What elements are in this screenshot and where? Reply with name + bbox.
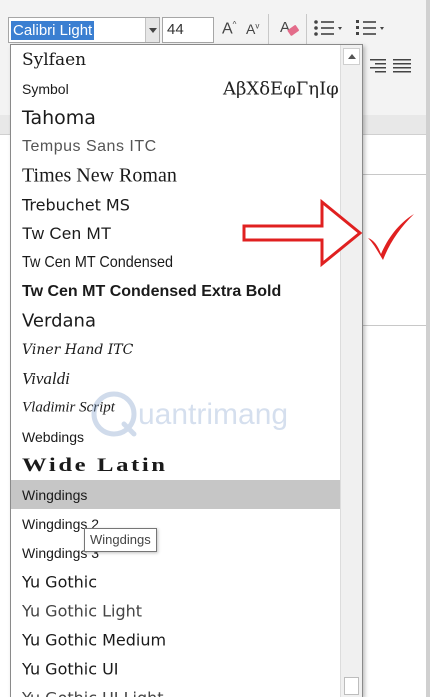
font-item-yu-gothic-ui-light[interactable]: Yu Gothic UI Light xyxy=(11,683,341,697)
page-guide-line xyxy=(360,325,430,326)
increase-font-size-button[interactable]: A^ xyxy=(220,15,240,43)
font-item-label: Sylfaen xyxy=(22,49,87,70)
font-item-tahoma[interactable]: Tahoma xyxy=(11,103,341,132)
shrink-label: A xyxy=(246,21,256,37)
font-item-symbol[interactable]: Symbol ΑβΧδΕφΓηΙφ xyxy=(11,74,341,103)
grow-label: A xyxy=(222,20,233,38)
font-name-value[interactable]: Calibri Light xyxy=(11,21,95,40)
decrease-font-size-icon: Av xyxy=(246,21,260,37)
align-right-icon[interactable] xyxy=(368,58,386,74)
font-item-wingdings-3[interactable]: Wingdings 3 xyxy=(11,538,341,567)
font-item-wide-latin[interactable]: Wide Latin xyxy=(11,451,341,480)
bullets-button[interactable] xyxy=(312,15,346,43)
font-size-combobox[interactable]: 44 xyxy=(162,17,214,43)
ribbon-top-strip xyxy=(0,0,430,6)
font-item-label: Yu Gothic Medium xyxy=(22,630,167,649)
font-item-yu-gothic-ui[interactable]: Yu Gothic UI xyxy=(11,654,341,683)
font-item-tempus-sans-itc[interactable]: Tempus Sans ITC xyxy=(11,132,341,161)
font-list-scrollbar[interactable] xyxy=(340,45,362,697)
symbol-sample-text: ΑβΧδΕφΓηΙφ xyxy=(223,78,339,99)
font-item-label: Webdings xyxy=(22,428,85,445)
font-item-label: Verdana xyxy=(22,310,96,331)
clear-formatting-button[interactable]: A xyxy=(278,15,302,43)
page-guide-line xyxy=(360,174,430,175)
font-name-dropdown-arrow-icon[interactable] xyxy=(145,18,159,42)
window-scroll-edge xyxy=(426,0,430,697)
font-item-label: Tempus Sans ITC xyxy=(22,137,157,155)
font-name-combobox[interactable]: Calibri Light xyxy=(8,17,160,43)
font-item-label: Tw Cen MT xyxy=(22,223,112,243)
font-item-yu-gothic-medium[interactable]: Yu Gothic Medium xyxy=(11,625,341,654)
font-item-label: Symbol xyxy=(22,80,69,97)
numbering-button[interactable] xyxy=(354,15,388,43)
font-item-label: Tw Cen MT Condensed xyxy=(22,253,174,271)
font-item-wingdings[interactable]: Wingdings xyxy=(11,480,341,509)
font-item-label: Yu Gothic UI Light xyxy=(22,688,164,697)
clear-formatting-icon: A xyxy=(280,19,299,36)
font-item-viner-hand-itc[interactable]: Viner Hand ITC xyxy=(11,335,341,364)
font-item-label: Viner Hand ITC xyxy=(22,341,134,358)
font-item-label: Tw Cen MT Condensed Extra Bold xyxy=(22,282,282,300)
font-size-value[interactable]: 44 xyxy=(167,21,184,38)
svg-text:A: A xyxy=(280,19,290,36)
font-tooltip: Wingdings xyxy=(84,528,157,552)
red-checkmark-icon xyxy=(368,214,414,260)
font-item-times-new-roman[interactable]: Times New Roman xyxy=(11,161,341,190)
scrollbar-thumb[interactable] xyxy=(344,677,359,695)
font-item-verdana[interactable]: Verdana xyxy=(11,306,341,335)
font-item-tw-cen-mt-condensed-extra-bold[interactable]: Tw Cen MT Condensed Extra Bold xyxy=(11,277,341,306)
toolbar-separator xyxy=(306,14,307,44)
font-item-label: Times New Roman xyxy=(22,164,177,186)
numbering-icon xyxy=(356,20,384,35)
red-arrow-annotation-icon xyxy=(242,198,363,268)
increase-font-size-icon: A^ xyxy=(222,20,237,38)
font-item-label: Yu Gothic Light xyxy=(22,601,143,620)
font-item-label: Wide Latin xyxy=(22,454,168,476)
font-item-label: Yu Gothic UI xyxy=(22,659,119,678)
bullets-icon xyxy=(314,20,342,36)
font-item-label: Vivaldi xyxy=(22,368,70,388)
watermark-logo: uantrimang xyxy=(91,391,288,437)
justify-icon[interactable] xyxy=(393,58,411,74)
font-item-sylfaen[interactable]: Sylfaen xyxy=(11,45,341,74)
font-item-yu-gothic[interactable]: Yu Gothic xyxy=(11,567,341,596)
font-dropdown-list[interactable]: Sylfaen Symbol ΑβΧδΕφΓηΙφ Tahoma Tempus … xyxy=(10,44,363,697)
font-item-label: Trebuchet MS xyxy=(22,195,130,214)
font-item-label: Yu Gothic xyxy=(22,572,98,591)
font-item-yu-gothic-light[interactable]: Yu Gothic Light xyxy=(11,596,341,625)
toolbar-separator xyxy=(268,14,269,44)
font-item-label: Wingdings xyxy=(22,486,88,503)
watermark-text: uantrimang xyxy=(138,398,288,431)
font-item-label: Tahoma xyxy=(22,106,96,129)
decrease-font-size-button[interactable]: Av xyxy=(244,15,264,43)
font-item-wingdings-2[interactable]: Wingdings 2 xyxy=(11,509,341,538)
scroll-up-arrow-icon[interactable] xyxy=(343,48,360,65)
